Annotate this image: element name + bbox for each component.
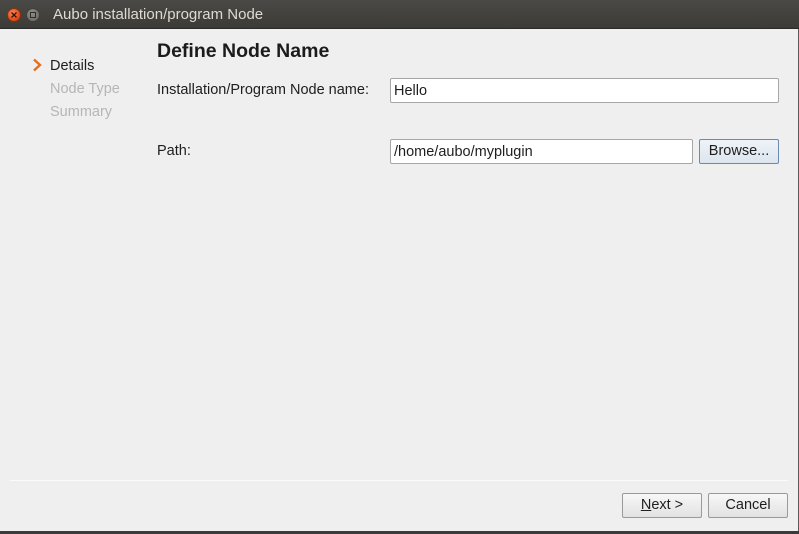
node-name-label: Installation/Program Node name: — [157, 82, 369, 98]
browse-button[interactable]: Browse... — [699, 139, 779, 164]
step-node-type: Node Type — [50, 81, 120, 97]
next-label: ext > — [651, 497, 684, 513]
page-title: Define Node Name — [157, 40, 330, 62]
next-button[interactable]: Next > — [622, 493, 702, 518]
node-name-input[interactable] — [390, 78, 779, 103]
minimize-icon[interactable] — [26, 8, 40, 22]
chevron-right-icon — [33, 58, 42, 72]
window-title: Aubo installation/program Node — [53, 6, 264, 23]
path-label: Path: — [157, 143, 191, 159]
step-details: Details — [50, 58, 95, 74]
path-input[interactable] — [390, 139, 693, 164]
wizard-window: Aubo installation/program Node Details N… — [0, 0, 799, 531]
next-accel-label: N — [640, 497, 652, 513]
footer-divider — [10, 480, 788, 481]
cancel-button[interactable]: Cancel — [708, 493, 788, 518]
step-summary: Summary — [50, 104, 113, 120]
title-bar: Aubo installation/program Node — [0, 0, 799, 29]
close-icon[interactable] — [7, 8, 21, 22]
